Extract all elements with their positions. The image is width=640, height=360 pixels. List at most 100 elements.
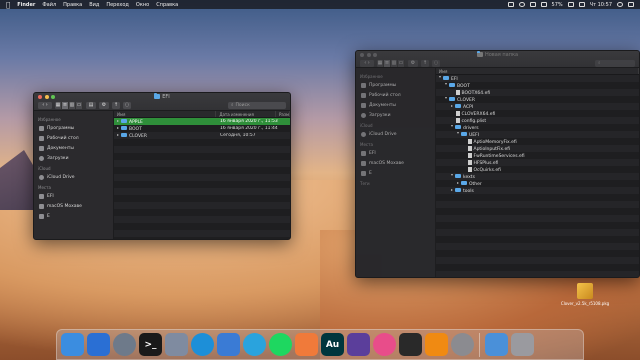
sidebar-item-icloud-drive[interactable]: iCloud Drive [358, 129, 433, 139]
tree-row[interactable]: AptioInputFix.efi [436, 145, 639, 152]
launchpad-icon[interactable] [113, 333, 136, 356]
trash-icon[interactable] [511, 333, 534, 356]
back-forward-button[interactable]: ‹ › [38, 101, 52, 109]
spotlight-icon[interactable] [617, 2, 623, 7]
sidebar-item-applications[interactable]: Программы [358, 80, 433, 90]
motion-icon[interactable] [347, 333, 370, 356]
clock-status-icon[interactable] [518, 2, 525, 7]
tree-row[interactable]: BOOTX64.efi [436, 89, 639, 96]
apple-menu-icon[interactable]:  [6, 1, 10, 9]
tree-row[interactable]: ACPI [436, 103, 639, 110]
file-row-clover[interactable]: CLOVER Сегодня, 10:57 [114, 132, 290, 139]
tree-row[interactable]: CLOVERX64.efi [436, 110, 639, 117]
sidebar-item-downloads[interactable]: Загрузки [36, 153, 111, 163]
disclosure-triangle-icon[interactable] [117, 133, 119, 136]
display-icon[interactable] [507, 2, 514, 7]
preview-icon[interactable] [165, 333, 188, 356]
share-icon[interactable]: ↑ [421, 59, 429, 67]
sidebar-item-desktop[interactable]: Рабочий стол [358, 90, 433, 100]
audition-icon[interactable]: Au [321, 333, 344, 356]
window-titlebar[interactable]: EFI ‹ › ▦ ≡ ▥ ▭ ▤ ⚙ ↑ ◌ ⌕ Поиск [34, 93, 290, 111]
sidebar-item-macos[interactable]: macOS Мохаве [36, 201, 111, 211]
tree-row[interactable]: BOOT [436, 82, 639, 89]
sidebar-item-efi[interactable]: EFI [36, 191, 111, 201]
volume-icon[interactable] [540, 2, 547, 7]
sidebar-item-icloud-drive[interactable]: iCloud Drive [36, 172, 111, 182]
tree-row[interactable]: drivers [436, 124, 639, 131]
tag-icon[interactable]: ◌ [432, 59, 440, 67]
downloads-icon[interactable] [485, 333, 508, 356]
activity-icon[interactable] [87, 333, 110, 356]
disclosure-triangle-icon[interactable] [451, 125, 453, 128]
sidebar-item-e[interactable]: E [36, 211, 111, 221]
disclosure-triangle-icon[interactable] [451, 174, 453, 177]
list-view-icon[interactable]: ≡ [62, 101, 69, 109]
battery-icon[interactable] [567, 2, 574, 7]
disclosure-triangle-icon[interactable] [117, 126, 119, 129]
settings-icon[interactable] [451, 333, 474, 356]
disclosure-triangle-icon[interactable] [457, 132, 459, 135]
vlc-icon[interactable] [425, 333, 448, 356]
column-name[interactable]: Имя [436, 68, 639, 74]
group-button[interactable]: ▤ [86, 101, 96, 109]
column-name[interactable]: Имя [114, 111, 217, 117]
tree-row[interactable]: OcQuirks.efi [436, 166, 639, 173]
action-gear-icon[interactable]: ⚙ [99, 101, 109, 109]
tag-icon[interactable]: ◌ [123, 101, 131, 109]
language-icon[interactable] [578, 2, 585, 7]
disclosure-triangle-icon[interactable] [451, 188, 453, 191]
disclosure-triangle-icon[interactable] [457, 181, 459, 184]
wifi-icon[interactable] [529, 2, 536, 7]
menu-finder[interactable]: Finder [17, 2, 35, 8]
tree-row[interactable]: UEFI [436, 131, 639, 138]
menubar-clock[interactable]: Чт 10:57 [590, 2, 612, 8]
notification-center-icon[interactable] [628, 2, 634, 7]
menu-help[interactable]: Справка [156, 2, 178, 8]
sidebar-item-documents[interactable]: Документы [358, 100, 433, 110]
back-forward-button[interactable]: ‹ › [360, 59, 374, 67]
sidebar-item-macos[interactable]: macOS Мохаве [358, 158, 433, 168]
sidebar-item-downloads[interactable]: Загрузки [358, 110, 433, 120]
tree-row[interactable]: CLOVER [436, 96, 639, 103]
tree-row[interactable]: tools [436, 187, 639, 194]
tree-row[interactable]: FwRuntimeServices.efi [436, 152, 639, 159]
window-titlebar[interactable]: Новая папка ‹ › ▦ ≡ ▥ ▭ ⚙ ↑ ◌ ⌕ [356, 51, 639, 68]
menu-edit[interactable]: Правка [63, 2, 82, 8]
view-mode-control[interactable]: ▦ ≡ ▥ ▭ [55, 101, 83, 109]
sidebar-item-e[interactable]: E [358, 168, 433, 178]
file-row-boot[interactable]: BOOT 16 января 2020 г., 11:44 [114, 125, 290, 132]
column-size[interactable]: Разм [276, 111, 290, 117]
disclosure-triangle-icon[interactable] [439, 76, 441, 79]
list-view-icon[interactable]: ≡ [384, 59, 391, 67]
photos2-icon[interactable] [373, 333, 396, 356]
icon-view-icon[interactable]: ▦ [377, 59, 384, 67]
tree-row[interactable]: HFSPlus.efi [436, 159, 639, 166]
disclosure-triangle-icon[interactable] [117, 119, 119, 122]
disclosure-triangle-icon[interactable] [451, 104, 453, 107]
battery-percent[interactable]: 57% [552, 2, 563, 8]
disclosure-triangle-icon[interactable] [445, 97, 447, 100]
tree-row[interactable]: config.plist [436, 117, 639, 124]
edge-icon[interactable] [191, 333, 214, 356]
column-view-icon[interactable]: ▥ [391, 59, 398, 67]
desktop-file-clover-pkg[interactable]: Clover_v2.5k_r5108.pkg [560, 283, 610, 306]
menu-view[interactable]: Вид [89, 2, 99, 8]
gallery-view-icon[interactable]: ▭ [398, 59, 405, 67]
spotify-icon[interactable] [269, 333, 292, 356]
file-row-apple[interactable]: APPLE 16 января 2020 г., 11:53 [114, 118, 290, 125]
column-view-icon[interactable]: ▥ [69, 101, 76, 109]
view-mode-control[interactable]: ▦ ≡ ▥ ▭ [377, 59, 405, 67]
disclosure-triangle-icon[interactable] [445, 83, 447, 86]
share-icon[interactable]: ↑ [112, 101, 120, 109]
tree-row[interactable]: kexts [436, 173, 639, 180]
tree-row[interactable]: Other [436, 180, 639, 187]
gallery-view-icon[interactable]: ▭ [76, 101, 83, 109]
mail-icon[interactable] [217, 333, 240, 356]
column-date[interactable]: Дата изменения [216, 111, 276, 117]
finder-icon[interactable] [61, 333, 84, 356]
sidebar-item-applications[interactable]: Программы [36, 123, 111, 133]
telegram-icon[interactable] [243, 333, 266, 356]
menu-file[interactable]: Файл [42, 2, 56, 8]
action-gear-icon[interactable]: ⚙ [408, 59, 418, 67]
sidebar-item-documents[interactable]: Документы [36, 143, 111, 153]
